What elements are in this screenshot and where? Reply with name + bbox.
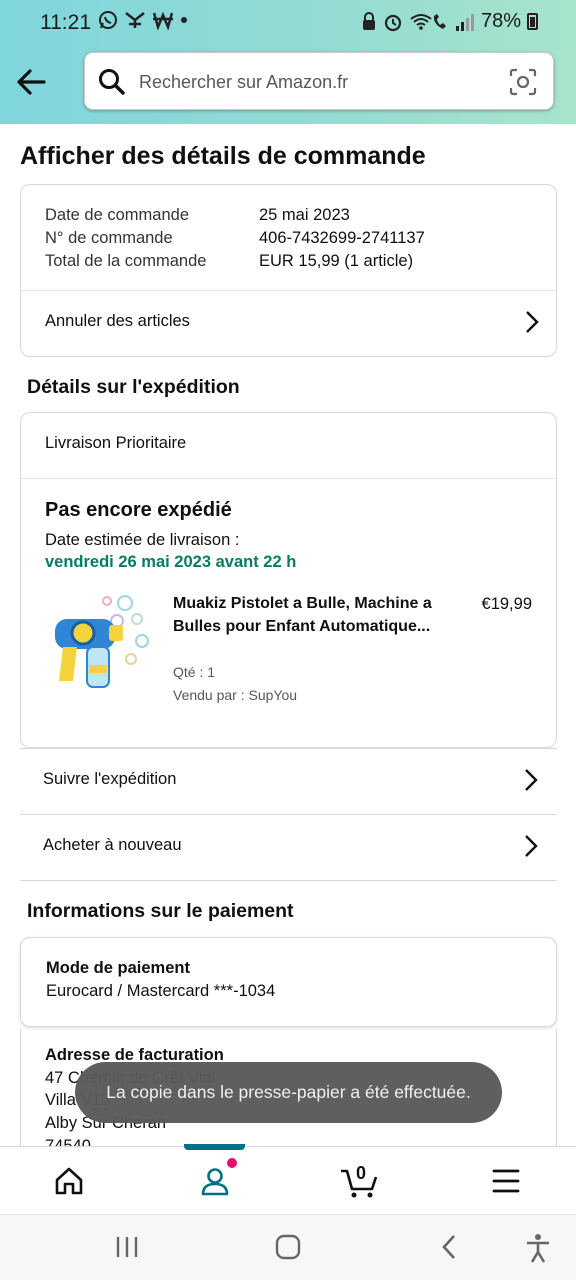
battery-percent: 78%: [480, 10, 521, 32]
app-header: 11:21 78% Rechercher sur Amazon.fr: [0, 0, 576, 124]
home-button-icon[interactable]: [274, 1233, 302, 1261]
order-total-label: Total de la commande: [45, 252, 207, 270]
back-button-icon[interactable]: [438, 1233, 460, 1261]
back-arrow-icon[interactable]: [14, 64, 50, 100]
signal-icon: [455, 13, 474, 31]
battery-icon: [527, 13, 538, 30]
order-number-value[interactable]: 406-7432699-2741137: [259, 229, 425, 248]
search-input[interactable]: Rechercher sur Amazon.fr: [84, 52, 554, 110]
whatsapp-icon: [99, 11, 117, 29]
status-bar: 11:21 78%: [0, 0, 576, 48]
notification-icons: [98, 10, 188, 30]
search-placeholder: Rechercher sur Amazon.fr: [139, 72, 349, 92]
delivery-estimate-label: Date estimée de livraison :: [45, 531, 240, 549]
page-title: Afficher des détails de commande: [20, 142, 426, 170]
order-summary-card: Date de commande 25 mai 2023 N° de comma…: [20, 184, 557, 357]
search-icon: [99, 69, 125, 95]
product-image[interactable]: [47, 589, 151, 699]
product-seller: Vendu par : SupYou: [173, 687, 298, 703]
system-navigation-bar: [0, 1214, 576, 1280]
home-icon: [55, 1167, 83, 1195]
cart-count: 0: [356, 1163, 367, 1183]
product-price: €19,99: [481, 595, 532, 613]
cancel-items-label: Annuler des articles: [45, 312, 190, 330]
user-icon: [201, 1168, 229, 1196]
order-number-label: N° de commande: [45, 229, 173, 247]
track-shipment-label: Suivre l'expédition: [43, 770, 177, 788]
won-icon: [152, 11, 174, 30]
notification-badge: [227, 1158, 237, 1168]
order-date-label: Date de commande: [45, 206, 189, 224]
payment-section-title: Informations sur le paiement: [27, 900, 294, 922]
divider: [21, 478, 556, 479]
payment-method-card: Mode de paiement Eurocard / Mastercard *…: [20, 937, 557, 1027]
buy-again-row[interactable]: Acheter à nouveau: [20, 815, 557, 880]
app-icon: [125, 12, 145, 28]
chevron-right-icon: [525, 835, 538, 857]
accessibility-icon[interactable]: [524, 1233, 552, 1263]
track-shipment-row[interactable]: Suivre l'expédition: [20, 749, 557, 814]
payment-method-label: Mode de paiement: [46, 959, 190, 977]
wifi-call-icon: [410, 13, 446, 30]
nav-account[interactable]: [180, 1147, 250, 1215]
status-time: 11:21: [40, 11, 91, 34]
camera-scan-icon[interactable]: [508, 67, 538, 97]
shipment-status: Pas encore expédié: [45, 499, 232, 521]
nav-menu[interactable]: [471, 1147, 541, 1215]
delivery-estimate-date: vendredi 26 mai 2023 avant 22 h: [45, 553, 297, 571]
nav-home[interactable]: [34, 1147, 104, 1215]
alarm-icon: [384, 14, 402, 31]
product-title[interactable]: Muakiz Pistolet a Bulle, Machine a Bulle…: [173, 593, 433, 638]
chevron-right-icon: [525, 769, 538, 791]
shipment-card: Livraison Prioritaire Pas encore expédié…: [20, 412, 557, 748]
divider: [20, 880, 557, 881]
recent-apps-icon[interactable]: [114, 1233, 140, 1261]
buy-again-label: Acheter à nouveau: [43, 836, 182, 854]
chevron-right-icon: [526, 311, 539, 333]
shipping-section-title: Détails sur l'expédition: [27, 376, 240, 398]
hamburger-menu-icon: [492, 1169, 520, 1193]
bottom-navigation: 0: [0, 1144, 576, 1215]
product-quantity: Qté : 1: [173, 664, 216, 680]
cancel-items-row[interactable]: Annuler des articles: [21, 291, 556, 356]
order-total-value: EUR 15,99 (1 article): [259, 252, 414, 270]
payment-method-value: Eurocard / Mastercard ***-1034: [46, 982, 276, 1000]
dot-icon: [181, 17, 187, 23]
order-date-value: 25 mai 2023: [259, 206, 350, 224]
toast-message: La copie dans le presse-papier a été eff…: [75, 1062, 502, 1123]
lock-icon: [362, 11, 375, 30]
system-icons: 78%: [361, 10, 538, 33]
delivery-type: Livraison Prioritaire: [45, 434, 187, 452]
